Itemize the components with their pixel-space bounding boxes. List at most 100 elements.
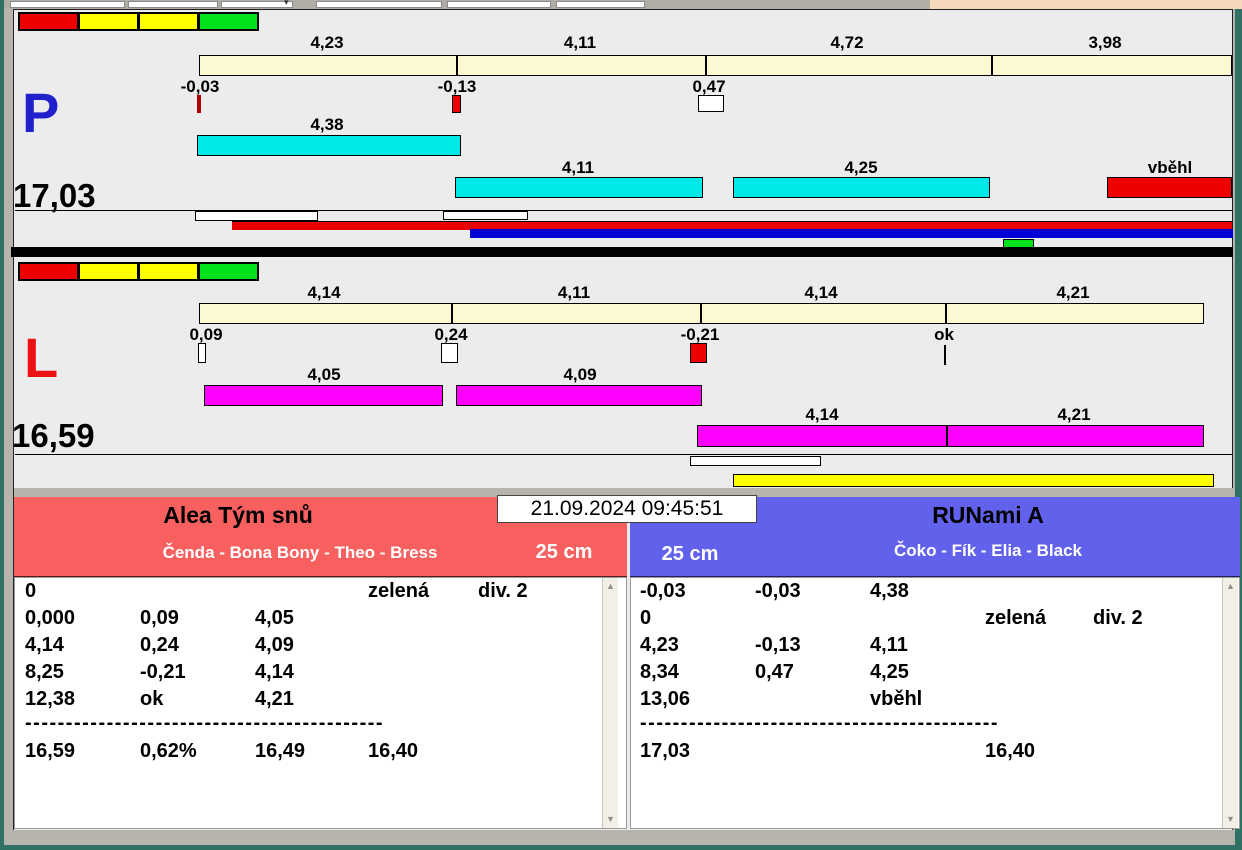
indicator-square-yellow: [138, 12, 199, 31]
run-bar-label: 4,14: [805, 405, 839, 424]
taskbar-segment[interactable]: [316, 1, 442, 8]
l-total-time: 16,59: [12, 417, 95, 454]
indicator-square-green: [198, 262, 259, 281]
marker-box-red: [690, 343, 707, 363]
result-cell: 0,24: [140, 634, 179, 656]
run-bar-label: 4,25: [844, 158, 878, 177]
right-team-name: RUNami A: [932, 502, 1044, 528]
run-bar-label: 4,21: [1057, 405, 1091, 424]
scale-divider: [945, 304, 947, 323]
result-cell: div. 2: [478, 580, 528, 602]
overlay-white-bar: [443, 211, 528, 220]
taskbar-segment[interactable]: [10, 1, 125, 8]
scroll-up-icon[interactable]: ▲: [1226, 582, 1235, 591]
left-panel-scrollbar[interactable]: ▲ ▼: [602, 578, 618, 828]
scroll-down-icon[interactable]: ▼: [606, 815, 615, 824]
taskbar-segment[interactable]: [556, 1, 645, 8]
result-cell: zelená: [368, 580, 430, 602]
result-cell: 4,14: [25, 634, 64, 656]
scale-segment-label: 4,11: [557, 283, 591, 302]
result-cell: 0: [640, 607, 652, 629]
result-cell: 0,000: [25, 607, 76, 629]
right-panel-scrollbar[interactable]: ▲ ▼: [1222, 578, 1238, 828]
run-bar-red-vbehl: [1107, 177, 1232, 198]
dropdown-caret-icon[interactable]: ▾: [284, 0, 289, 8]
result-cell: -0,13: [755, 634, 801, 656]
indicator-square-yellow: [138, 262, 199, 281]
total-row: 16,59 0,62% 16,49 16,40: [25, 740, 610, 767]
result-row: 8,34 0,47 4,25: [640, 661, 1225, 688]
result-cell: 8,34: [640, 661, 679, 683]
indicator-square-yellow: [78, 12, 139, 31]
run-bar-label: 4,38: [310, 115, 344, 134]
scale-segment-label: 4,23: [310, 33, 344, 52]
overlay-yellow-bar: [733, 474, 1214, 487]
result-cell: 0: [25, 580, 37, 602]
result-cell: -0,03: [640, 580, 686, 602]
result-cell: 13,06: [640, 688, 691, 710]
taskbar-segment[interactable]: [221, 1, 293, 8]
result-cell: 4,05: [255, 607, 294, 629]
taskbar-segment[interactable]: [128, 1, 218, 8]
result-cell: vběhl: [870, 688, 923, 710]
marker-box-white: [441, 343, 458, 363]
window-border-bottom: [0, 845, 1242, 850]
scale-segment-label: 4,14: [307, 283, 341, 302]
scale-segment-label: 4,11: [563, 33, 597, 52]
scroll-up-icon[interactable]: ▲: [606, 582, 615, 591]
scale-segment-label: 4,14: [804, 283, 838, 302]
window-border-left: [0, 0, 4, 850]
marker-label: 0,24: [434, 325, 468, 344]
indicator-square-red: [18, 12, 79, 31]
indicator-square-red: [18, 262, 79, 281]
run-bar-cyan: [455, 177, 703, 198]
run-bar-cyan: [733, 177, 990, 198]
result-cell: 16,40: [368, 740, 419, 762]
left-jump-height: 25 cm: [535, 541, 593, 563]
result-cell: 4,21: [255, 688, 294, 710]
result-cell: 4,25: [870, 661, 909, 683]
run-bar-divider: [946, 426, 948, 446]
result-row: 0,000 0,09 4,05: [25, 607, 610, 634]
indicator-square-green: [198, 12, 259, 31]
indicator-square-yellow: [78, 262, 139, 281]
scale-segment-label: 3,98: [1088, 33, 1122, 52]
scale-segment-label: 4,21: [1056, 283, 1090, 302]
result-cell: 4,38: [870, 580, 909, 602]
run-bar-label: 4,05: [307, 365, 341, 384]
run-bar-cyan: [197, 135, 461, 156]
result-cell: div. 2: [1093, 607, 1143, 629]
scale-divider: [451, 304, 453, 323]
run-bar-label: 4,09: [563, 365, 597, 384]
marker-box-white-slim: [198, 343, 206, 363]
result-cell: zelená: [985, 607, 1047, 629]
marker-box-white: [698, 95, 724, 112]
marker-label: 0,09: [189, 325, 223, 344]
scale-divider: [700, 304, 702, 323]
total-row: 17,03 16,40: [640, 740, 1225, 767]
right-jump-height: 25 cm: [661, 543, 719, 565]
run-bar-magenta: [456, 385, 702, 406]
result-cell: 16,49: [255, 740, 306, 762]
run-bar-magenta: [697, 425, 1204, 447]
taskbar-segment[interactable]: [447, 1, 551, 8]
result-cell: -0,03: [755, 580, 801, 602]
marker-label: 0,47: [692, 77, 726, 96]
marker-tick-black: [944, 345, 946, 365]
marker-label: -0,03: [180, 77, 220, 96]
desktop-peach-area: [930, 0, 1242, 9]
marker-label: -0,21: [680, 325, 720, 344]
result-cell: 12,38: [25, 688, 76, 710]
run-status-label: vběhl: [1147, 158, 1193, 177]
result-cell: ok: [140, 688, 164, 710]
scoreboard-screen: ▾ 4,23 4,11 4,72 3,98 -0,03 -0,13 0,47 P…: [0, 0, 1242, 850]
result-cell: -0,21: [140, 661, 186, 683]
p-scale-bar: [199, 55, 1232, 76]
right-team-members: Čoko - Fík - Elia - Black: [894, 541, 1082, 560]
scroll-down-icon[interactable]: ▼: [1226, 815, 1235, 824]
result-cell: 16,59: [25, 740, 76, 762]
left-team-members: Čenda - Bona Bony - Theo - Bress: [162, 543, 438, 562]
scale-divider: [456, 56, 458, 75]
result-cell: 4,09: [255, 634, 294, 656]
result-row: 0 zelená div. 2: [640, 607, 1225, 634]
